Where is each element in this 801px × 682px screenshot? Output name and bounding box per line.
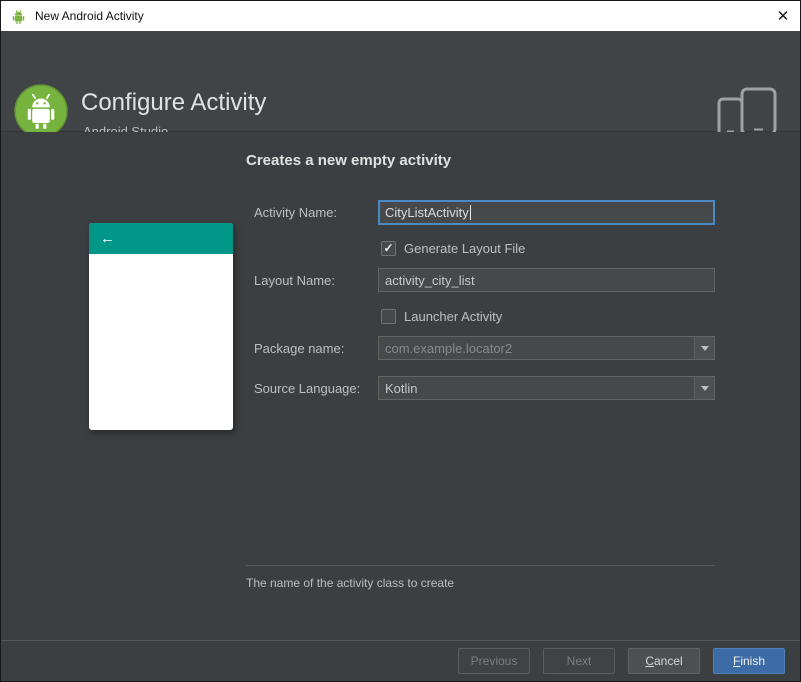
chevron-down-icon xyxy=(700,345,709,351)
window-titlebar: New Android Activity ✕ xyxy=(1,1,800,31)
activity-name-input[interactable]: CityListActivity xyxy=(378,200,715,225)
launcher-activity-label[interactable]: Launcher Activity xyxy=(404,309,502,324)
layout-name-input[interactable]: activity_city_list xyxy=(378,268,715,292)
source-language-label: Source Language: xyxy=(254,381,361,396)
layout-name-label: Layout Name: xyxy=(254,273,335,288)
finish-button[interactable]: Finish xyxy=(713,648,785,674)
back-arrow-icon: ← xyxy=(100,230,115,247)
package-dropdown-button[interactable] xyxy=(694,337,714,359)
source-language-value: Kotlin xyxy=(385,380,418,396)
package-name-label: Package name: xyxy=(254,341,345,356)
launcher-activity-checkbox[interactable] xyxy=(381,309,396,324)
close-button[interactable]: ✕ xyxy=(766,1,800,31)
layout-name-value: activity_city_list xyxy=(385,272,475,288)
activity-name-value: CityListActivity xyxy=(385,205,469,220)
launcher-activity-row: Launcher Activity xyxy=(381,309,502,324)
chevron-down-icon xyxy=(700,385,709,391)
separator xyxy=(246,565,715,566)
android-studio-logo-icon xyxy=(14,84,68,138)
help-text: The name of the activity class to create xyxy=(246,576,455,590)
text-caret xyxy=(469,205,471,220)
package-name-value: com.example.locator2 xyxy=(385,340,513,356)
generate-layout-row: ✓ Generate Layout File xyxy=(381,241,525,256)
next-button[interactable]: Next xyxy=(543,648,615,674)
preview-appbar: ← xyxy=(89,223,233,254)
button-bar: Previous Next Cancel Finish xyxy=(1,640,800,681)
source-language-combobox[interactable]: Kotlin xyxy=(378,376,715,400)
previous-button[interactable]: Previous xyxy=(458,648,530,674)
wizard-content: Creates a new empty activity ← Activity … xyxy=(1,132,800,642)
generate-layout-checkbox[interactable]: ✓ xyxy=(381,241,396,256)
page-title: Creates a new empty activity xyxy=(246,152,452,169)
generate-layout-label[interactable]: Generate Layout File xyxy=(404,241,525,256)
close-icon: ✕ xyxy=(776,8,790,25)
checkmark-icon: ✓ xyxy=(383,240,394,255)
new-android-activity-dialog: New Android Activity ✕ Configure Activit… xyxy=(0,0,801,682)
package-name-combobox[interactable]: com.example.locator2 xyxy=(378,336,715,360)
cancel-button[interactable]: Cancel xyxy=(628,648,700,674)
window-title: New Android Activity xyxy=(35,9,144,23)
activity-name-label: Activity Name: xyxy=(254,205,338,220)
wizard-title: Configure Activity xyxy=(81,89,267,116)
language-dropdown-button[interactable] xyxy=(694,377,714,399)
wizard-header: Configure Activity Android Studio xyxy=(1,31,800,139)
android-icon xyxy=(10,8,27,25)
activity-preview: ← xyxy=(89,223,233,430)
